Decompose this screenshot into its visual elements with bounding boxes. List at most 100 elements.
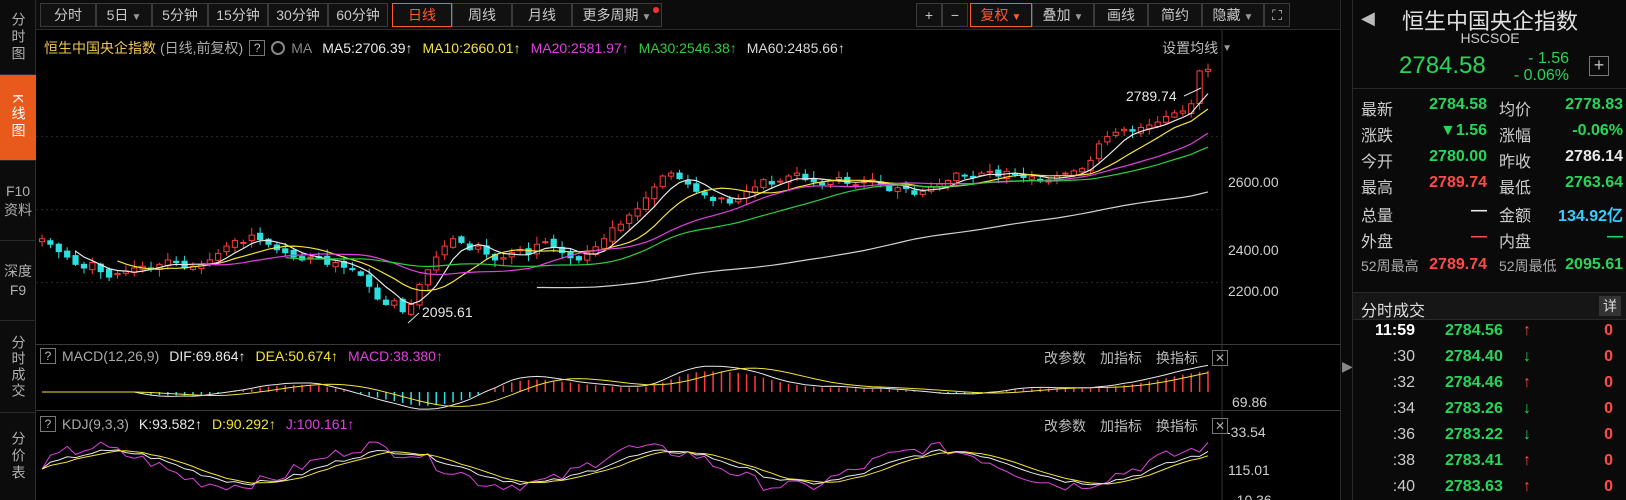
hide-button[interactable]: 隐藏 ▼ — [1202, 3, 1264, 27]
button-label: 60分钟 — [336, 7, 380, 23]
trade-volume: 0 — [1604, 374, 1613, 391]
field-label: 52周最高 — [1361, 258, 1419, 274]
period-5min-button[interactable]: 5分钟 — [152, 3, 208, 27]
overlay-button[interactable]: 叠加 ▼ — [1032, 3, 1094, 27]
help-icon[interactable]: ? — [40, 416, 56, 432]
trade-price: 2783.26 — [1445, 400, 1503, 417]
period-weekly-button[interactable]: 周线 — [452, 3, 512, 27]
zoom-in-button[interactable]: + — [916, 3, 942, 27]
tab-label: 分时图 — [10, 11, 27, 63]
trade-time: :32 — [1392, 374, 1415, 391]
period-60min-button[interactable]: 60分钟 — [328, 3, 388, 27]
close-icon[interactable]: ✕ — [1212, 418, 1228, 434]
indicator-text: DEA:50.674 — [255, 348, 332, 364]
trades-detail-button[interactable]: 详 — [1599, 296, 1621, 316]
candle-body — [257, 232, 264, 241]
tab-fenshi-trades[interactable]: 分时成交 — [0, 321, 36, 413]
change-indicator-link[interactable]: 换指标 — [1156, 348, 1198, 368]
quote-code: HSCSOE — [1460, 30, 1520, 46]
candle-body — [1188, 103, 1195, 114]
draw-line-button[interactable]: 画线 — [1094, 3, 1148, 27]
ma-label: MA — [291, 40, 313, 56]
tab-kline[interactable]: K线图 — [0, 75, 36, 161]
help-icon[interactable]: ? — [249, 40, 266, 56]
chart-area[interactable]: 恒生中国央企指数 (日线,前复权) ? MA MA5:2706.39↑ MA10… — [36, 30, 1340, 500]
candle-body — [919, 190, 926, 195]
tab-label: 分时成交 — [10, 334, 27, 399]
candle-body — [449, 238, 457, 248]
field-label: 涨跌 — [1361, 128, 1394, 145]
ma30-line — [285, 146, 1209, 268]
more-periods-button[interactable]: 更多周期 ▼ — [572, 3, 662, 27]
trade-volume: 0 — [1604, 426, 1613, 443]
ma30-value: MA30:2546.38↑ — [639, 40, 737, 56]
period-fenshi-button[interactable]: 分时 — [40, 3, 96, 27]
field-label: 最新 — [1361, 102, 1394, 119]
candle-body — [240, 241, 247, 244]
candle-body — [55, 243, 62, 253]
field-value: 2784.58 — [1429, 96, 1487, 113]
candle-body — [424, 269, 431, 286]
fuquan-button[interactable]: 复权 ▼ — [970, 3, 1032, 27]
candle-body — [609, 227, 616, 242]
tab-label: 深度F9 — [4, 262, 32, 298]
trades-header: 分时成交 详 — [1353, 292, 1626, 320]
field-label: 52周最低 — [1499, 258, 1557, 274]
add-indicator-link[interactable]: 加指标 — [1100, 416, 1142, 436]
period-monthly-button[interactable]: 月线 — [512, 3, 572, 27]
candle-body — [1095, 143, 1103, 160]
button-label: 5分钟 — [162, 7, 198, 23]
candle-body — [894, 187, 901, 192]
tab-price-table[interactable]: 分价表 — [0, 413, 36, 500]
candle-body — [668, 172, 675, 177]
y-tick-label: 2600.00 — [1228, 174, 1279, 190]
tab-depth[interactable]: 深度F9 — [0, 241, 36, 321]
period-15min-button[interactable]: 15分钟 — [208, 3, 268, 27]
add-indicator-link[interactable]: 加指标 — [1100, 348, 1142, 368]
trade-price: 2784.40 — [1445, 348, 1503, 365]
simple-mode-button[interactable]: 简约 — [1148, 3, 1202, 27]
change-percent: - 0.06% — [1513, 67, 1569, 84]
candle-body — [206, 259, 213, 265]
quote-panel: ◀ 恒生中国央企指数 HSCSOE 2784.58 - 1.56 - 0.06%… — [1352, 0, 1626, 500]
candle-body — [525, 248, 532, 255]
trade-row: 11:59 2784.56 ↑ 0 — [1353, 322, 1626, 348]
kdj-actions: 改参数 加指标 换指标 ✕ — [1030, 416, 1228, 436]
candle-body — [659, 175, 666, 188]
help-icon[interactable]: ? — [40, 348, 56, 364]
candle-body — [961, 174, 968, 177]
candle-body — [106, 268, 113, 278]
indicator-text: DIF:69.864 — [169, 348, 239, 364]
ma5-line — [75, 93, 1209, 305]
caret-down-icon: ▼ — [641, 12, 652, 23]
candle-body — [709, 196, 717, 201]
zoom-out-button[interactable]: − — [942, 3, 968, 27]
candle-body — [441, 245, 448, 256]
tab-f10[interactable]: F10资料 — [0, 161, 36, 241]
gear-icon[interactable] — [271, 41, 286, 55]
ma-settings-link[interactable]: 设置均线 ▼ — [1148, 38, 1232, 58]
up-arrow-icon: ↑ — [238, 348, 246, 364]
macd-legend: ? MACD(12,26,9) DIF:69.864↑ DEA:50.674↑ … — [40, 348, 453, 364]
change-indicator-link[interactable]: 换指标 — [1156, 416, 1198, 436]
fullscreen-button[interactable]: ⛶ — [1264, 3, 1290, 27]
trade-volume: 0 — [1604, 478, 1613, 495]
trade-row: :30 2784.40 ↓ 0 — [1353, 348, 1626, 374]
toolbar: 分时 5日 ▼ 5分钟 15分钟 30分钟 60分钟 日线 周线 月线 更多周期 ▼… — [36, 0, 1340, 30]
period-5day-button[interactable]: 5日 ▼ — [96, 3, 152, 27]
candle-body — [307, 256, 314, 259]
tab-fenshi[interactable]: 分时图 — [0, 0, 36, 75]
candle-body — [173, 260, 180, 264]
period-30min-button[interactable]: 30分钟 — [268, 3, 328, 27]
close-icon[interactable]: ✕ — [1212, 350, 1228, 366]
add-watchlist-button[interactable]: + — [1589, 56, 1609, 76]
trade-volume: 0 — [1604, 400, 1613, 417]
panel-collapse-handle[interactable]: ▶ — [1340, 0, 1353, 500]
minus-icon: − — [950, 7, 960, 23]
field-label: 外盘 — [1361, 234, 1394, 251]
quote-row: 涨跌 ▼1.56 涨幅 -0.06% — [1361, 122, 1623, 148]
ma60-value: MA60:2485.66↑ — [747, 40, 845, 56]
edit-params-link[interactable]: 改参数 — [1044, 348, 1086, 368]
period-daily-button[interactable]: 日线 — [392, 3, 452, 27]
edit-params-link[interactable]: 改参数 — [1044, 416, 1086, 436]
